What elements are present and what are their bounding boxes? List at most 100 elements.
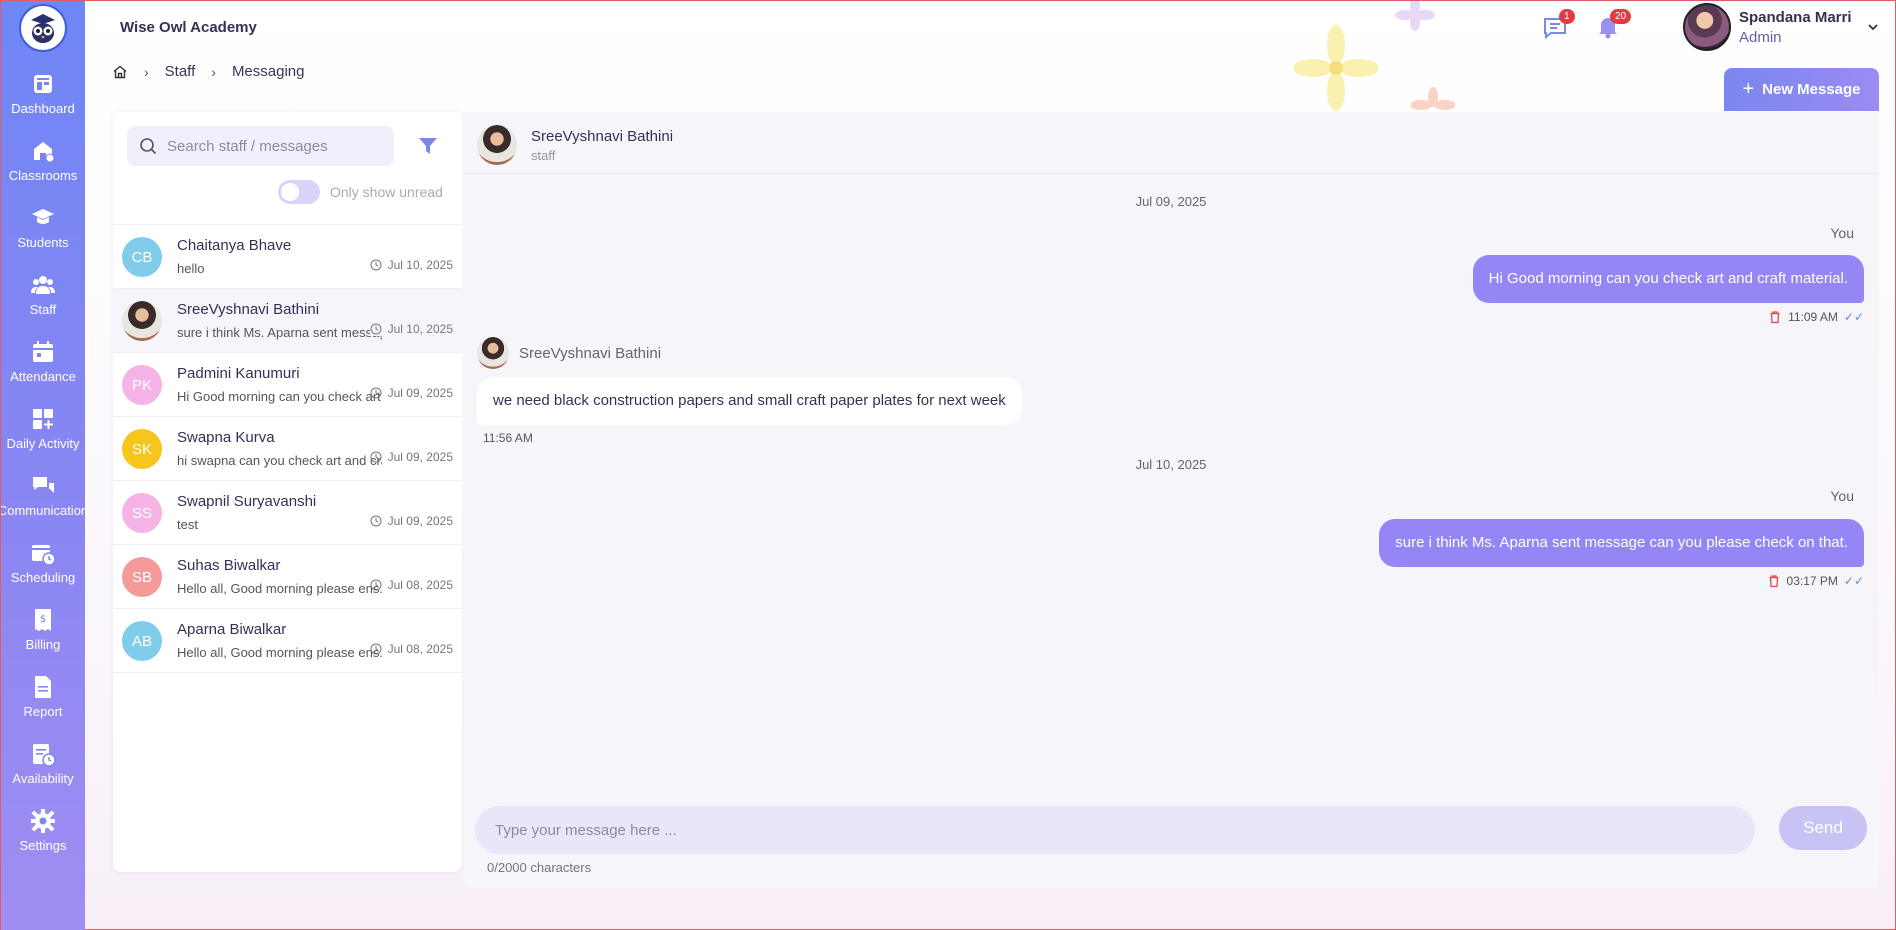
sidebar-item-communication[interactable]: Communication: [1, 462, 85, 529]
sidebar-item-scheduling[interactable]: Scheduling: [1, 529, 85, 596]
user-name: Spandana Marri: [1739, 8, 1852, 26]
conversation-item[interactable]: SK Swapna Kurva hi swapna can you check ar…: [113, 417, 462, 481]
avatar: SS: [122, 493, 162, 533]
conversation-panel: Only show unread CB Chaitanya Bhave hello J…: [113, 112, 462, 872]
avatar: PK: [122, 365, 162, 405]
read-receipt-icon: ✓✓: [1843, 310, 1864, 324]
avatar: SB: [122, 557, 162, 597]
conversation-preview: test: [177, 517, 198, 532]
breadcrumb-staff[interactable]: Staff: [165, 63, 196, 80]
filter-icon[interactable]: [416, 134, 440, 158]
sidebar-item-label: Staff: [29, 302, 57, 317]
calendar-icon: [33, 341, 53, 362]
user-menu[interactable]: Spandana Marri Admin: [1683, 3, 1880, 51]
owl-logo[interactable]: [19, 4, 67, 52]
conversation-item[interactable]: AB Aparna Biwalkar Hello all, Good morning…: [113, 609, 462, 673]
sidebar-item-dashboard[interactable]: Dashboard: [1, 60, 85, 127]
sidebar-item-settings[interactable]: Settings: [1, 797, 85, 864]
clock-icon: [370, 451, 382, 463]
conversation-name: Swapna Kurva: [177, 429, 275, 446]
conversation-preview: hello: [177, 261, 205, 276]
new-message-button[interactable]: + New Message: [1724, 68, 1879, 111]
message-sender: You: [1830, 225, 1854, 241]
receipt-icon: $: [35, 609, 51, 631]
search-box[interactable]: [127, 126, 394, 166]
conversation-item[interactable]: SreeVyshnavi Bathini sure i think Ms. Apa…: [113, 289, 462, 353]
conversation-preview: sure i think Ms. Aparna sent message: [177, 325, 382, 340]
trash-icon[interactable]: [1768, 310, 1782, 324]
message-time: 11:56 AM: [483, 431, 533, 445]
search-input[interactable]: [167, 137, 377, 155]
conversation-date: Jul 09, 2025: [370, 450, 453, 464]
contact-avatar: [477, 125, 517, 165]
conversation-date: Jul 08, 2025: [370, 642, 453, 656]
sidebar-item-billing[interactable]: $ Billing: [1, 596, 85, 663]
outgoing-message: sure i think Ms. Aparna sent message can…: [1379, 519, 1864, 567]
avatar: SK: [122, 429, 162, 469]
chevron-down-icon[interactable]: [1866, 20, 1880, 34]
message-sender: You: [1830, 488, 1854, 504]
conversation-item[interactable]: SB Suhas Biwalkar Hello all, Good morning …: [113, 545, 462, 609]
conversation-date: Jul 10, 2025: [369, 322, 453, 336]
unread-toggle[interactable]: [278, 180, 320, 204]
conversation-preview: Hello all, Good morning please ens...: [177, 645, 382, 660]
clock-icon: [370, 259, 382, 271]
sidebar-item-label: Attendance: [10, 369, 76, 384]
flower-decoration: [1293, 25, 1379, 111]
message-composer[interactable]: [475, 806, 1755, 854]
clock-icon: [370, 643, 382, 655]
conversation-date-text: Jul 09, 2025: [387, 514, 453, 528]
conversation-name: Suhas Biwalkar: [177, 557, 281, 574]
classroom-icon: [34, 142, 55, 163]
character-count: 0/2000 characters: [487, 860, 592, 875]
chat-header: SreeVyshnavi Bathini staff: [463, 112, 1879, 174]
contact-role: staff: [531, 148, 556, 163]
conversation-date-text: Jul 10, 2025: [387, 322, 453, 336]
send-button[interactable]: Send: [1779, 806, 1867, 850]
sidebar-item-daily-activity[interactable]: Daily Activity: [1, 395, 85, 462]
avatar: CB: [122, 237, 162, 277]
flower-decoration: [1395, 1, 1435, 31]
sidebar-item-report[interactable]: Report: [1, 663, 85, 730]
incoming-message: we need black construction papers and sm…: [477, 377, 1022, 425]
conversation-name: Chaitanya Bhave: [177, 237, 292, 254]
clock-icon: [370, 387, 382, 399]
svg-text:$: $: [40, 614, 46, 625]
read-receipt-icon: ✓✓: [1843, 574, 1864, 588]
sidebar-item-label: Classrooms: [8, 168, 78, 183]
clipboard-clock-icon: [33, 744, 56, 767]
sidebar-item-availability[interactable]: Availability: [1, 730, 85, 797]
conversation-name: Aparna Biwalkar: [177, 621, 287, 638]
conversation-preview: hi swapna can you check art and cra...: [177, 453, 382, 468]
conversation-date-text: Jul 09, 2025: [387, 450, 453, 464]
breadcrumb: › Staff › Messaging: [112, 63, 304, 80]
chevron-right-icon: ›: [211, 63, 216, 80]
sidebar-item-classrooms[interactable]: Classrooms: [1, 127, 85, 194]
avatar: [122, 301, 162, 341]
sidebar-item-label: Report: [23, 704, 63, 719]
conversation-preview: Hi Good morning can you check art a...: [177, 389, 382, 404]
sidebar-item-staff[interactable]: Staff: [1, 261, 85, 328]
conversation-date: Jul 08, 2025: [370, 578, 453, 592]
user-avatar: [1683, 3, 1731, 51]
conversation-name: Padmini Kanumuri: [177, 365, 300, 382]
sidebar-item-students[interactable]: Students: [1, 194, 85, 261]
document-icon: [35, 676, 51, 698]
home-icon[interactable]: [112, 64, 128, 80]
chevron-right-icon: ›: [144, 63, 149, 80]
owl-icon: [31, 14, 55, 43]
unread-filter: Only show unread: [278, 180, 443, 204]
message-sender: SreeVyshnavi Bathini: [519, 345, 662, 362]
brand-title: Wise Owl Academy: [120, 19, 257, 36]
search-icon: [140, 138, 157, 155]
conversation-item[interactable]: CB Chaitanya Bhave hello Jul 10, 2025: [113, 225, 462, 289]
message-meta: 03:17 PM ✓✓: [1767, 574, 1864, 588]
sidebar-item-attendance[interactable]: Attendance: [1, 328, 85, 395]
message-input[interactable]: [495, 821, 1735, 839]
conversation-date: Jul 09, 2025: [370, 514, 453, 528]
sidebar-item-label: Dashboard: [11, 101, 75, 116]
trash-icon[interactable]: [1767, 574, 1781, 588]
conversation-item[interactable]: SS Swapnil Suryavanshi test Jul 09, 2025: [113, 481, 462, 545]
conversation-list: CB Chaitanya Bhave hello Jul 10, 2025 SreeVy…: [113, 224, 462, 673]
conversation-item[interactable]: PK Padmini Kanumuri Hi Good morning can yo…: [113, 353, 462, 417]
